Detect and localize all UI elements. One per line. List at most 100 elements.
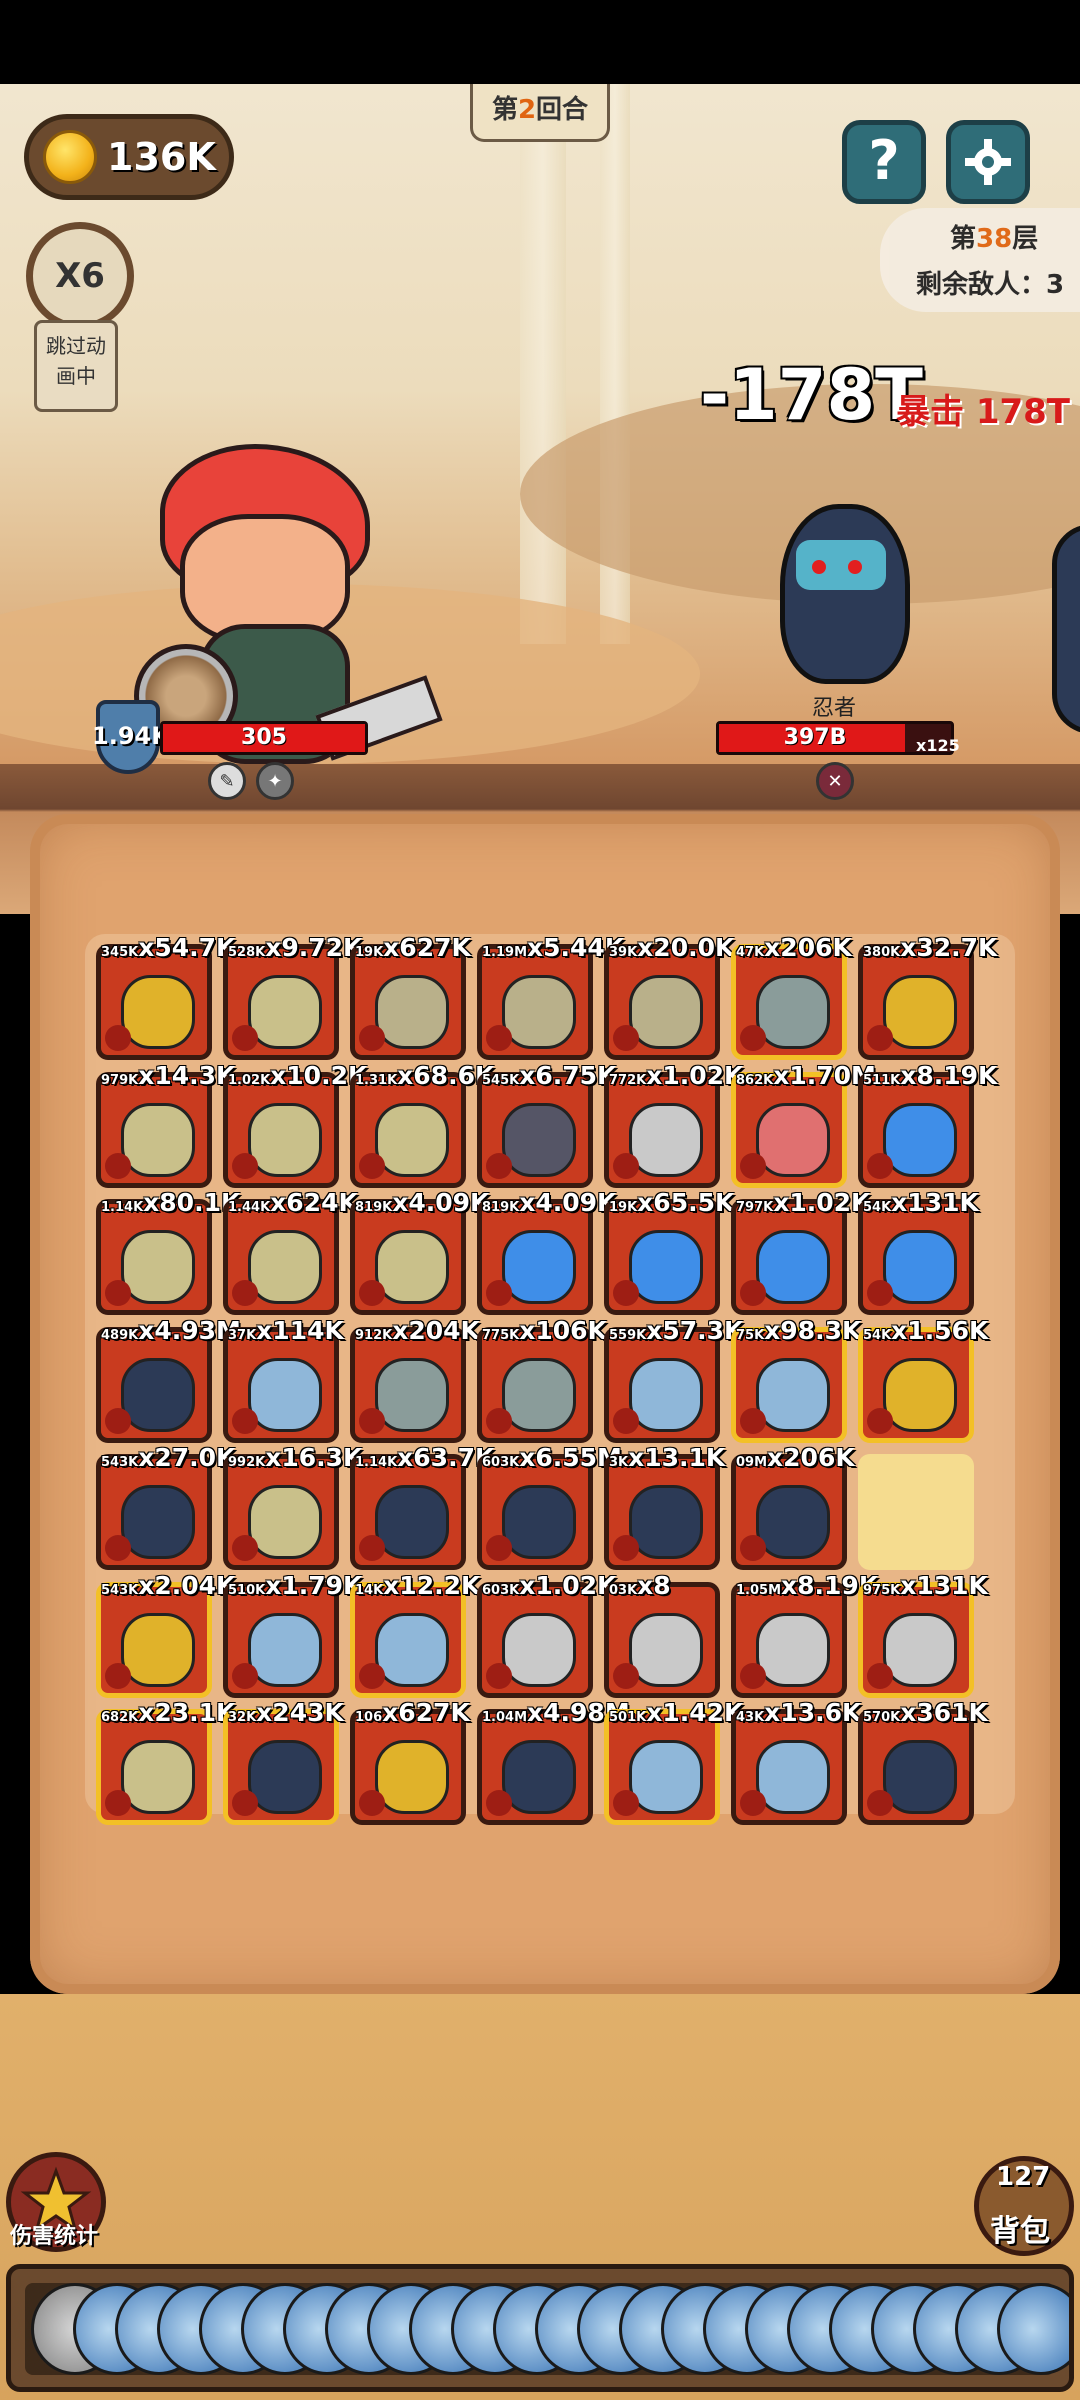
unit-tile[interactable]: 1.31Kx68.6K <box>350 1061 494 1188</box>
unit-tile[interactable]: 603Kx1.02K <box>477 1571 616 1698</box>
speed-button[interactable]: X6 <box>26 222 134 330</box>
unit-tile[interactable]: 32Kx243K <box>223 1698 344 1825</box>
unit-creature <box>248 1612 322 1687</box>
unit-tile[interactable]: 992Kx16.3K <box>223 1443 362 1570</box>
enemies-remaining: 剩余敌人：3 <box>916 270 1065 300</box>
unit-base-value: 501K <box>609 1710 647 1725</box>
unit-tile[interactable]: 975Kx131K <box>858 1571 988 1698</box>
speed-label: X6 <box>55 256 105 296</box>
unit-tile[interactable]: 19Kx627K <box>350 933 471 1060</box>
unit-tile[interactable]: 570Kx361K <box>858 1698 988 1825</box>
ninja-eye <box>848 560 862 574</box>
unit-creature <box>375 1485 449 1559</box>
unit-multiplier: x1.79K <box>265 1570 363 1600</box>
unit-creature <box>629 1740 703 1814</box>
unit-tile[interactable]: 14Kx12.2K <box>350 1571 480 1698</box>
unit-tile[interactable]: 979Kx14.3K <box>96 1061 235 1188</box>
unit-rank-tag <box>740 1025 766 1051</box>
unit-tile[interactable]: 603Kx6.55M <box>477 1443 622 1570</box>
unit-tile[interactable]: 380Kx32.7K <box>858 933 997 1060</box>
unit-tile[interactable]: 1.19Mx5.44K <box>477 933 624 1060</box>
unit-creature <box>756 1102 830 1177</box>
unit-tile[interactable]: 1.02Kx10.2K <box>223 1061 367 1188</box>
enemy-name: 忍者 <box>812 696 857 721</box>
unit-creature <box>883 1612 957 1687</box>
unit-tile[interactable]: 03Kx8 <box>604 1571 720 1698</box>
unit-tile[interactable]: 3Kx13.1K <box>604 1443 725 1570</box>
floor-info: 第38层 剩余敌人：3 <box>880 208 1080 312</box>
unit-base-value: 912K <box>355 1327 393 1343</box>
unit-creature <box>248 1485 322 1559</box>
unit-tile[interactable]: 1.14Kx80.1K <box>96 1188 240 1315</box>
gear-icon <box>965 139 1011 185</box>
item-tray[interactable] <box>6 2264 1074 2392</box>
unit-tile[interactable]: 75Kx98.3K <box>731 1316 861 1443</box>
unit-tile[interactable]: 19Kx65.5K <box>604 1188 734 1315</box>
unit-tile[interactable]: 682Kx23.1K <box>96 1698 235 1825</box>
unit-tile[interactable]: 37Kx114K <box>223 1316 344 1443</box>
unit-tile[interactable]: 39Kx20.0K <box>604 933 734 1060</box>
unit-base-value: 1.04M <box>482 1710 528 1725</box>
empty-grid-slot[interactable] <box>858 1454 974 1570</box>
unit-tile[interactable]: 912Kx204K <box>350 1316 480 1443</box>
unit-tile[interactable]: 559Kx57.3K <box>604 1316 743 1443</box>
unit-damage-label: 345Kx54.7K <box>101 933 235 962</box>
unit-tile[interactable]: 1.05Mx8.19K <box>731 1571 878 1698</box>
unit-damage-label: 19Kx627K <box>355 933 471 962</box>
unit-tile[interactable]: 775Kx106K <box>477 1316 607 1443</box>
unit-rank-tag <box>613 1790 639 1816</box>
unit-tile[interactable]: 54Kx131K <box>858 1188 979 1315</box>
unit-multiplier: x114K <box>256 1315 344 1345</box>
unit-tile[interactable]: 106x627K <box>350 1698 470 1825</box>
unit-tile[interactable]: 797Kx1.02K <box>731 1188 870 1315</box>
unit-rank-tag <box>740 1535 766 1561</box>
unit-base-value: 819K <box>482 1200 520 1215</box>
unit-tile[interactable]: 1.04Mx4.98M <box>477 1698 630 1825</box>
unit-tile[interactable]: 43Kx13.6K <box>731 1698 861 1825</box>
unit-tile[interactable]: 47Kx206K <box>731 933 852 1060</box>
round-prefix: 第 <box>491 95 518 125</box>
unit-creature <box>375 1612 449 1687</box>
unit-tile[interactable]: 543Kx27.0K <box>96 1443 235 1570</box>
unit-rank-tag <box>486 1280 512 1306</box>
help-button[interactable]: ? <box>842 120 926 204</box>
unit-tile[interactable]: 510Kx1.79K <box>223 1571 362 1698</box>
unit-rank-tag <box>232 1025 258 1051</box>
unit-multiplier: x106K <box>519 1315 607 1345</box>
unit-multiplier: x1.02K <box>646 1060 744 1090</box>
floor-suffix: 层 <box>1012 224 1039 254</box>
settings-button[interactable] <box>946 120 1030 204</box>
unit-damage-label: 106x627K <box>355 1698 470 1727</box>
unit-tile[interactable]: 528Kx9.72K <box>223 933 362 1060</box>
unit-tile[interactable]: 772Kx1.02K <box>604 1061 743 1188</box>
unit-creature <box>502 1612 576 1687</box>
unit-tile[interactable]: 501Kx1.42K <box>604 1698 743 1825</box>
unit-tile[interactable]: 819Kx4.09K <box>477 1188 616 1315</box>
unit-rank-tag <box>486 1790 512 1816</box>
unit-creature <box>502 1740 576 1814</box>
floor-number: 38 <box>976 224 1013 254</box>
unit-base-value: 54K <box>863 1200 892 1215</box>
unit-tile[interactable]: 489Kx4.93M <box>96 1316 241 1443</box>
unit-tile[interactable]: 511Kx8.19K <box>858 1061 997 1188</box>
unit-multiplier: x131K <box>891 1188 979 1217</box>
unit-tile[interactable]: 819Kx4.09K <box>350 1188 489 1315</box>
skip-animation-toggle[interactable]: 跳过动 画中 <box>34 320 118 412</box>
unit-creature <box>248 1230 322 1304</box>
unit-tile[interactable]: 545Kx6.75K <box>477 1061 616 1188</box>
unit-creature <box>248 1102 322 1177</box>
unit-base-value: 992K <box>228 1455 266 1470</box>
unit-rank-tag <box>613 1280 639 1306</box>
unit-tile[interactable]: 1.44Kx624K <box>223 1188 358 1315</box>
unit-creature <box>248 1740 322 1814</box>
unit-tile[interactable]: 54Kx1.56K <box>858 1316 988 1443</box>
enemy-ninja[interactable] <box>770 504 910 704</box>
unit-tile[interactable]: 862Kx1.70M <box>731 1061 876 1188</box>
unit-tile[interactable]: 09Mx206K <box>731 1443 855 1570</box>
unit-tile[interactable]: 543Kx2.04K <box>96 1571 235 1698</box>
unit-tile[interactable]: 1.14Kx63.7K <box>350 1443 494 1570</box>
unit-base-value: 545K <box>482 1072 520 1088</box>
unit-tile[interactable]: 345Kx54.7K <box>96 933 235 1060</box>
unit-base-value: 37K <box>228 1327 257 1343</box>
unit-base-value: 14K <box>355 1582 384 1598</box>
